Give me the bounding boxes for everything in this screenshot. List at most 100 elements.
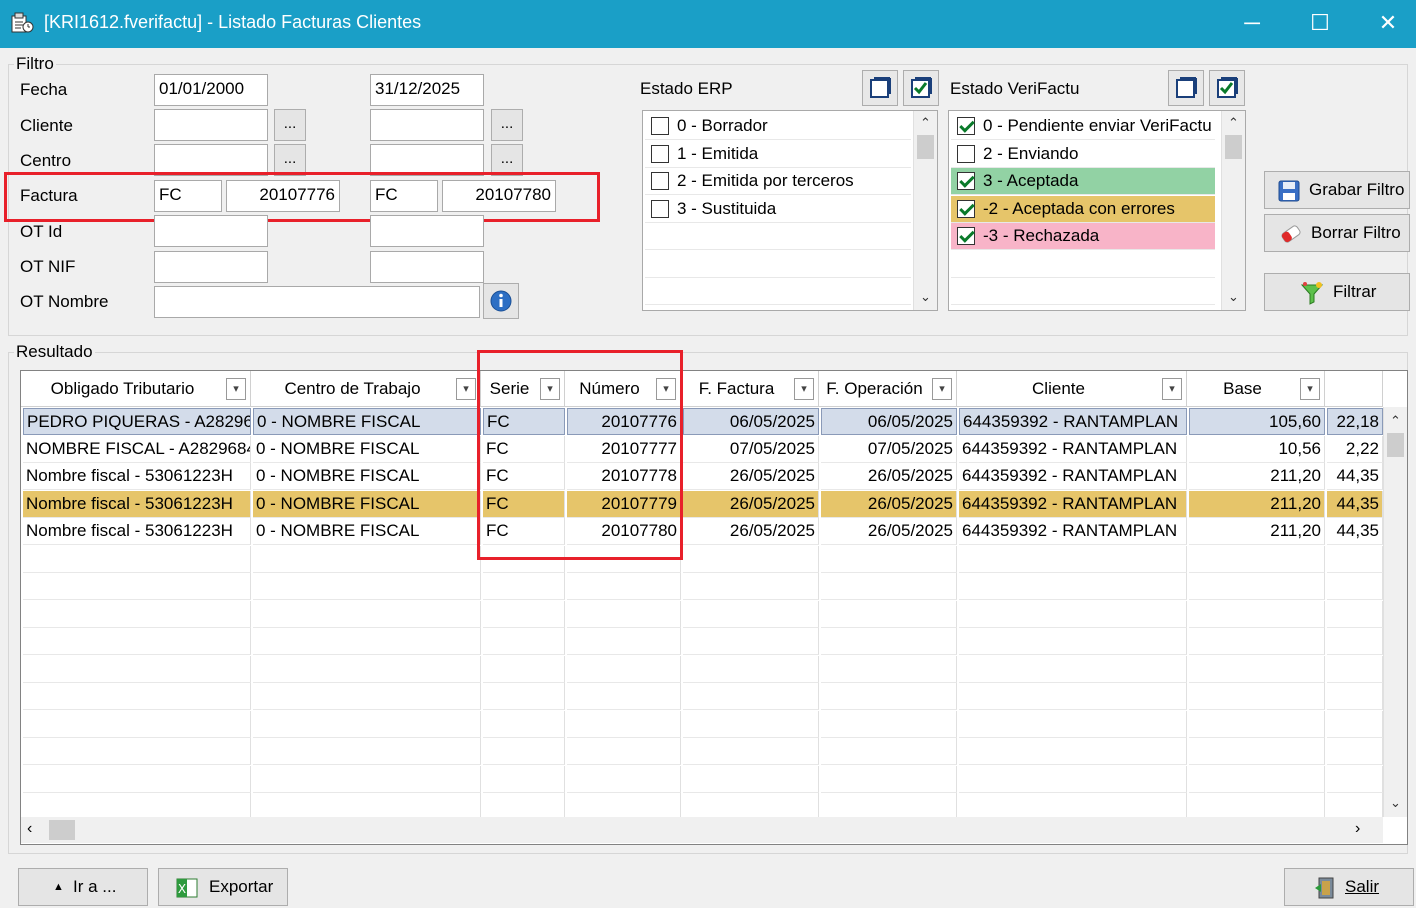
estado-verifactu-item[interactable]: -3 - Rechazada (951, 223, 1215, 250)
cell-f-factura[interactable]: 07/05/2025 (683, 435, 819, 463)
cell-obligado-tributario[interactable]: NOMBRE FISCAL - A2829684( (23, 435, 251, 463)
column-filter-dropdown-icon[interactable]: ▾ (1300, 378, 1320, 400)
scroll-down-icon[interactable]: ⌄ (914, 287, 937, 307)
cell-base[interactable]: 10,56 (1189, 435, 1325, 463)
cliente-desde-lookup-button[interactable]: ... (274, 109, 306, 141)
cell-cliente[interactable]: 644359392 - RANTAMPLAN (959, 463, 1187, 490)
maximize-button[interactable]: ☐ (1286, 0, 1354, 48)
verifactu-uncheck-all-button[interactable] (1168, 70, 1204, 106)
checkbox[interactable] (957, 117, 975, 135)
scroll-up-icon[interactable]: ⌃ (1222, 113, 1245, 133)
ot-id-desde-input[interactable] (154, 215, 268, 247)
scroll-thumb[interactable] (49, 820, 75, 840)
table-row[interactable]: Nombre fiscal - 53061223H 0 - NOMBRE FISC… (21, 518, 1383, 545)
cell-f-operacion[interactable]: 26/05/2025 (821, 490, 957, 518)
column-header-cuota[interactable] (1325, 371, 1383, 407)
scroll-left-icon[interactable]: ‹ (27, 820, 32, 838)
estado-verifactu-scrollbar[interactable]: ⌃ ⌄ (1221, 111, 1245, 310)
grid-horizontal-scrollbar[interactable]: ‹ › (21, 817, 1383, 843)
cell-cliente[interactable]: 644359392 - RANTAMPLAN (959, 435, 1187, 463)
column-filter-dropdown-icon[interactable]: ▾ (794, 378, 814, 400)
column-header-cliente[interactable]: Cliente ▾ (957, 371, 1187, 407)
ot-nif-hasta-input[interactable] (370, 251, 484, 283)
table-row[interactable]: Nombre fiscal - 53061223H 0 - NOMBRE FISC… (21, 463, 1383, 490)
column-filter-dropdown-icon[interactable]: ▾ (932, 378, 952, 400)
cell-centro-de-trabajo[interactable]: 0 - NOMBRE FISCAL (253, 408, 481, 435)
table-row[interactable]: Nombre fiscal - 53061223H 0 - NOMBRE FISC… (21, 490, 1383, 518)
cell-centro-de-trabajo[interactable]: 0 - NOMBRE FISCAL (253, 518, 481, 545)
column-filter-dropdown-icon[interactable]: ▾ (456, 378, 476, 400)
fecha-desde-input[interactable]: 01/01/2000 (154, 74, 268, 106)
checkbox[interactable] (957, 144, 975, 163)
estado-erp-item[interactable]: 3 - Sustituida (645, 196, 911, 223)
scroll-thumb[interactable] (917, 135, 934, 159)
column-header-base[interactable]: Base ▾ (1187, 371, 1325, 407)
fecha-hasta-input[interactable]: 31/12/2025 (370, 74, 484, 106)
scroll-thumb[interactable] (1225, 135, 1242, 159)
column-header-centro-de-trabajo[interactable]: Centro de Trabajo ▾ (251, 371, 481, 407)
cell-base[interactable]: 211,20 (1189, 518, 1325, 545)
exportar-button[interactable]: X Exportar (158, 868, 288, 906)
table-row[interactable]: PEDRO PIQUERAS - A28296 0 - NOMBRE FISCAL… (21, 408, 1383, 435)
estado-erp-item[interactable]: 2 - Emitida por terceros (645, 168, 911, 195)
scroll-up-icon[interactable]: ⌃ (1384, 411, 1407, 431)
erp-check-all-button[interactable] (903, 70, 939, 106)
ot-id-hasta-input[interactable] (370, 215, 484, 247)
grabar-filtro-button[interactable]: Grabar Filtro (1264, 171, 1410, 209)
cell-obligado-tributario[interactable]: Nombre fiscal - 53061223H (23, 490, 251, 518)
cell-cuota[interactable]: 2,22 (1327, 435, 1383, 463)
cell-centro-de-trabajo[interactable]: 0 - NOMBRE FISCAL (253, 490, 481, 518)
cell-f-operacion[interactable]: 26/05/2025 (821, 463, 957, 490)
scroll-thumb[interactable] (1387, 433, 1404, 457)
scroll-right-icon[interactable]: › (1355, 820, 1360, 838)
column-header-obligado-tributario[interactable]: Obligado Tributario ▾ (21, 371, 251, 407)
cell-f-factura[interactable]: 26/05/2025 (683, 463, 819, 490)
column-header-f-operacion[interactable]: F. Operación ▾ (819, 371, 957, 407)
grid-vertical-scrollbar[interactable]: ⌃ ⌄ (1383, 407, 1407, 817)
cell-cuota[interactable]: 44,35 (1327, 490, 1383, 518)
checkbox[interactable] (957, 199, 975, 218)
cell-centro-de-trabajo[interactable]: 0 - NOMBRE FISCAL (253, 463, 481, 490)
cell-obligado-tributario[interactable]: Nombre fiscal - 53061223H (23, 518, 251, 545)
cell-cliente[interactable]: 644359392 - RANTAMPLAN (959, 518, 1187, 545)
cell-base[interactable]: 105,60 (1189, 408, 1325, 435)
cell-f-operacion[interactable]: 07/05/2025 (821, 435, 957, 463)
close-button[interactable]: ✕ (1354, 0, 1416, 48)
checkbox[interactable] (651, 199, 669, 218)
cell-f-operacion[interactable]: 26/05/2025 (821, 518, 957, 545)
checkbox[interactable] (957, 172, 975, 190)
cell-cliente[interactable]: 644359392 - RANTAMPLAN (959, 490, 1187, 518)
cell-f-factura[interactable]: 06/05/2025 (683, 408, 819, 435)
cell-cuota[interactable]: 44,35 (1327, 518, 1383, 545)
cell-cuota[interactable]: 22,18 (1327, 408, 1383, 435)
ot-nif-desde-input[interactable] (154, 251, 268, 283)
estado-erp-scrollbar[interactable]: ⌃ ⌄ (913, 111, 937, 310)
ot-nombre-info-button[interactable] (483, 283, 519, 319)
checkbox[interactable] (651, 172, 669, 190)
cell-centro-de-trabajo[interactable]: 0 - NOMBRE FISCAL (253, 435, 481, 463)
estado-verifactu-item[interactable]: -2 - Aceptada con errores (951, 195, 1215, 223)
estado-verifactu-item[interactable]: 2 - Enviando (951, 140, 1215, 168)
ot-nombre-input[interactable] (154, 286, 480, 318)
cliente-hasta-lookup-button[interactable]: ... (491, 109, 523, 141)
cell-f-factura[interactable]: 26/05/2025 (683, 490, 819, 518)
salir-button[interactable]: Salir (1284, 868, 1414, 906)
cliente-desde-input[interactable] (154, 109, 268, 141)
estado-erp-item[interactable]: 0 - Borrador (645, 113, 911, 140)
borrar-filtro-button[interactable]: Borrar Filtro (1264, 214, 1410, 252)
column-filter-dropdown-icon[interactable]: ▾ (226, 378, 246, 400)
column-header-f-factura[interactable]: F. Factura ▾ (681, 371, 819, 407)
scroll-up-icon[interactable]: ⌃ (914, 113, 937, 133)
checkbox[interactable] (957, 227, 975, 245)
minimize-button[interactable]: ─ (1218, 0, 1286, 48)
checkbox[interactable] (651, 117, 669, 135)
cell-f-factura[interactable]: 26/05/2025 (683, 518, 819, 545)
scroll-down-icon[interactable]: ⌄ (1384, 793, 1407, 813)
cell-obligado-tributario[interactable]: Nombre fiscal - 53061223H (23, 463, 251, 490)
estado-erp-item[interactable]: 1 - Emitida (645, 141, 911, 168)
cell-f-operacion[interactable]: 06/05/2025 (821, 408, 957, 435)
column-filter-dropdown-icon[interactable]: ▾ (1162, 378, 1182, 400)
verifactu-check-all-button[interactable] (1209, 70, 1245, 106)
table-row[interactable]: NOMBRE FISCAL - A2829684(0 - NOMBRE FISC… (21, 435, 1383, 463)
cell-cuota[interactable]: 44,35 (1327, 463, 1383, 490)
